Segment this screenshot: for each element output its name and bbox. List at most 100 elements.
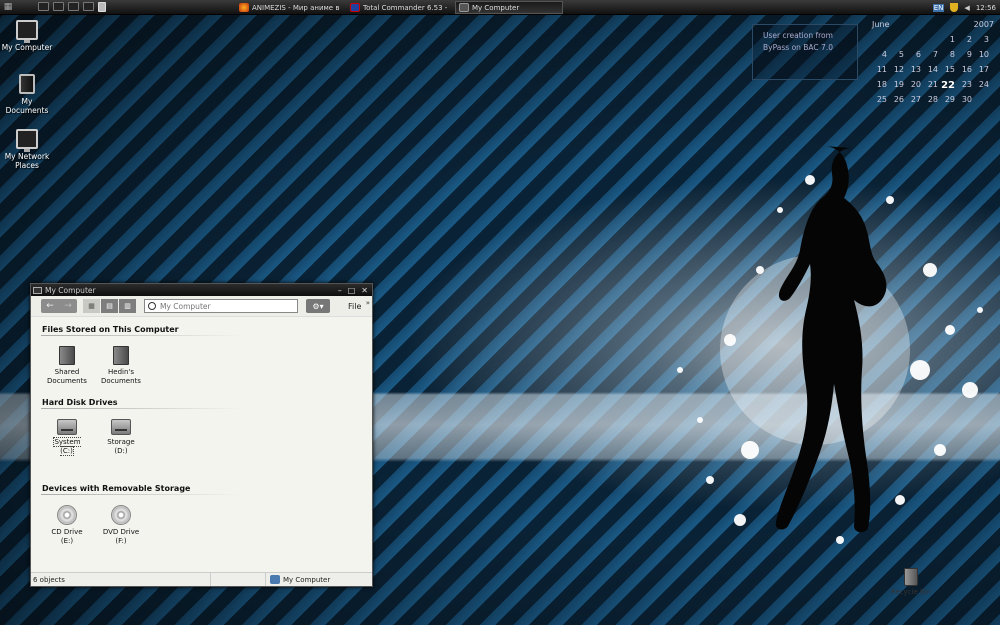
close-icon[interactable]: ✕ [361,286,368,295]
file-menu[interactable]: File [348,302,361,311]
calendar-day[interactable] [974,95,991,106]
calendar-day[interactable]: 15 [940,65,957,76]
window-titlebar[interactable]: My Computer – □ ✕ [31,284,372,296]
address-search-box[interactable] [144,299,298,313]
drive-c-item[interactable]: System (C:) [46,419,88,456]
info-widget: User creation from ByPass on BAC 7.0 [752,24,858,80]
quick-launch-icon[interactable] [83,2,94,11]
taskbar: ▦ ANIMEZIS - Мир аниме в... Total Comman… [0,0,1000,15]
calendar-day[interactable] [906,35,923,46]
drive-d-item[interactable]: Storage (D:) [100,419,142,456]
taskbar-button-total-commander[interactable]: Total Commander 6.53 - ... [347,1,447,14]
clock[interactable]: 12:56 [976,4,996,12]
plug-icon[interactable] [98,2,106,12]
calendar-day[interactable]: 14 [923,65,940,76]
calendar-day[interactable]: 11 [872,65,889,76]
calendar-day[interactable]: 18 [872,80,889,91]
calendar-day[interactable]: 3 [974,35,991,46]
network-icon [16,129,38,152]
calendar-day[interactable]: 22 [940,80,957,91]
status-spacer [211,573,266,586]
calendar-widget: June 2007 1 2 3 4 5 6 7 8 9 10 11 12 13 14 15 16 17 18 19 2… [872,20,994,106]
calendar-day[interactable]: 27 [906,95,923,106]
view-details-button[interactable]: ▥ [119,299,136,313]
calendar-month: June [872,20,890,29]
dvd-drive-item[interactable]: DVD Drive (F:) [100,505,142,546]
window-title: My Computer [45,285,96,295]
calendar-day[interactable]: 17 [974,65,991,76]
desktop-icon-my-computer[interactable]: My Computer [0,20,55,52]
calendar-day[interactable]: 19 [889,80,906,91]
hard-disk-icon [111,419,131,435]
view-icons-button[interactable]: ▦ [83,299,100,313]
quick-launch [38,2,106,12]
cd-drive-item[interactable]: CD Drive (E:) [46,505,88,546]
quick-launch-icon[interactable] [38,2,49,11]
status-bar: 6 objects My Computer [31,572,372,586]
calendar-day[interactable]: 13 [906,65,923,76]
calendar-day[interactable]: 16 [957,65,974,76]
back-button[interactable]: ← [41,299,59,313]
calendar-day[interactable]: 4 [872,50,889,61]
calendar-day[interactable]: 26 [889,95,906,106]
maximize-icon[interactable]: □ [348,286,356,295]
calendar-day[interactable] [872,35,889,46]
calendar-day[interactable]: 9 [957,50,974,61]
taskbar-button-browser[interactable]: ANIMEZIS - Мир аниме в... [236,1,340,14]
calendar-day[interactable]: 28 [923,95,940,106]
computer-icon [459,3,469,12]
calendar-day[interactable]: 20 [906,80,923,91]
chevron-double-right-icon[interactable]: » [366,299,370,307]
dvd-icon [111,505,131,525]
group-hard-disk-drives: Hard Disk Drives System (C:) Storage (D:… [31,386,372,456]
shared-documents-item[interactable]: Shared Documents [46,346,88,386]
settings-dropdown-button[interactable]: ⚙▾ [306,299,330,313]
calendar-day[interactable]: 24 [974,80,991,91]
view-buttons: ▦ ▤ ▥ [83,299,136,313]
calendar-day[interactable]: 30 [957,95,974,106]
window-toolbar: ← → ▦ ▤ ▥ ⚙▾ File [31,296,372,317]
calendar-day[interactable]: 2 [957,35,974,46]
calendar-day[interactable]: 8 [940,50,957,61]
forward-button[interactable]: → [59,299,77,313]
language-indicator[interactable]: EN [932,3,945,12]
search-input[interactable] [160,301,290,311]
computer-icon [16,20,38,43]
calendar-day[interactable]: 12 [889,65,906,76]
chevron-left-icon[interactable]: ◀ [964,4,969,12]
calendar-day[interactable] [889,35,906,46]
calendar-day[interactable]: 29 [940,95,957,106]
group-header: Hard Disk Drives [42,398,118,407]
view-list-button[interactable]: ▤ [101,299,118,313]
quick-launch-icon[interactable] [68,2,79,11]
calendar-day[interactable] [923,35,940,46]
shield-icon[interactable] [950,3,959,12]
calendar-day[interactable]: 7 [923,50,940,61]
total-commander-icon [350,3,360,12]
calendar-day[interactable]: 6 [906,50,923,61]
quick-launch-icon[interactable] [53,2,64,11]
recycle-bin-icon [904,568,918,586]
desktop-icon-network-places[interactable]: My Network Places [0,129,55,170]
calendar-day[interactable]: 1 [940,35,957,46]
calendar-day[interactable]: 23 [957,80,974,91]
wallpaper-silhouette [677,146,983,544]
desktop-icon-my-documents[interactable]: My Documents [0,74,55,115]
cd-icon [57,505,77,525]
desktop-icon-recycle-bin[interactable]: Recycle Bin [886,568,936,596]
calendar-grid: 1 2 3 4 5 6 7 8 9 10 11 12 13 14 15 16 17 18 19 20 21 22 23 24 2… [872,35,994,106]
taskbar-button-my-computer[interactable]: My Computer [455,1,563,14]
group-files-stored: Files Stored on This Computer Shared Doc… [31,317,372,386]
calendar-day[interactable]: 25 [872,95,889,106]
folder-icon [113,346,129,365]
start-button[interactable]: ▦ [0,0,16,14]
calendar-day[interactable]: 5 [889,50,906,61]
calendar-day[interactable]: 10 [974,50,991,61]
user-documents-item[interactable]: Hedin's Documents [100,346,142,386]
computer-icon [33,286,42,294]
calendar-day[interactable]: 21 [923,80,940,91]
group-header: Files Stored on This Computer [42,325,179,334]
minimize-icon[interactable]: – [338,286,342,295]
group-removable-storage: Devices with Removable Storage CD Drive … [31,456,372,546]
hard-disk-icon [57,419,77,435]
